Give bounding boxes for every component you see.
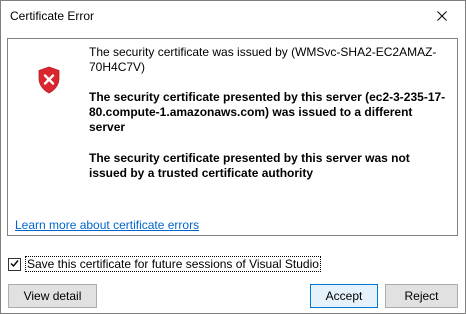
certificate-error-dialog: Certificate Error The security certifica… [0,0,466,314]
accept-button[interactable]: Accept [310,284,378,308]
shield-error-icon [37,66,61,94]
checkmark-icon [10,257,19,271]
learn-more-link[interactable]: Learn more about certificate errors [15,218,199,232]
title-bar: Certificate Error [1,1,465,31]
save-certificate-label[interactable]: Save this certificate for future session… [25,256,321,272]
window-title: Certificate Error [10,9,95,23]
view-detail-button[interactable]: View detail [8,284,97,308]
reject-button[interactable]: Reject [385,284,458,308]
save-certificate-option[interactable]: Save this certificate for future session… [8,256,321,272]
error-untrusted-authority: The security certificate presented by th… [89,151,410,180]
issued-by-text: The security certificate was issued by (… [89,45,437,74]
error-different-server: The security certificate presented by th… [89,90,446,134]
close-button[interactable] [419,1,465,31]
save-certificate-checkbox[interactable] [8,257,21,271]
close-icon [437,11,447,21]
message-panel: The security certificate was issued by (… [7,38,458,236]
